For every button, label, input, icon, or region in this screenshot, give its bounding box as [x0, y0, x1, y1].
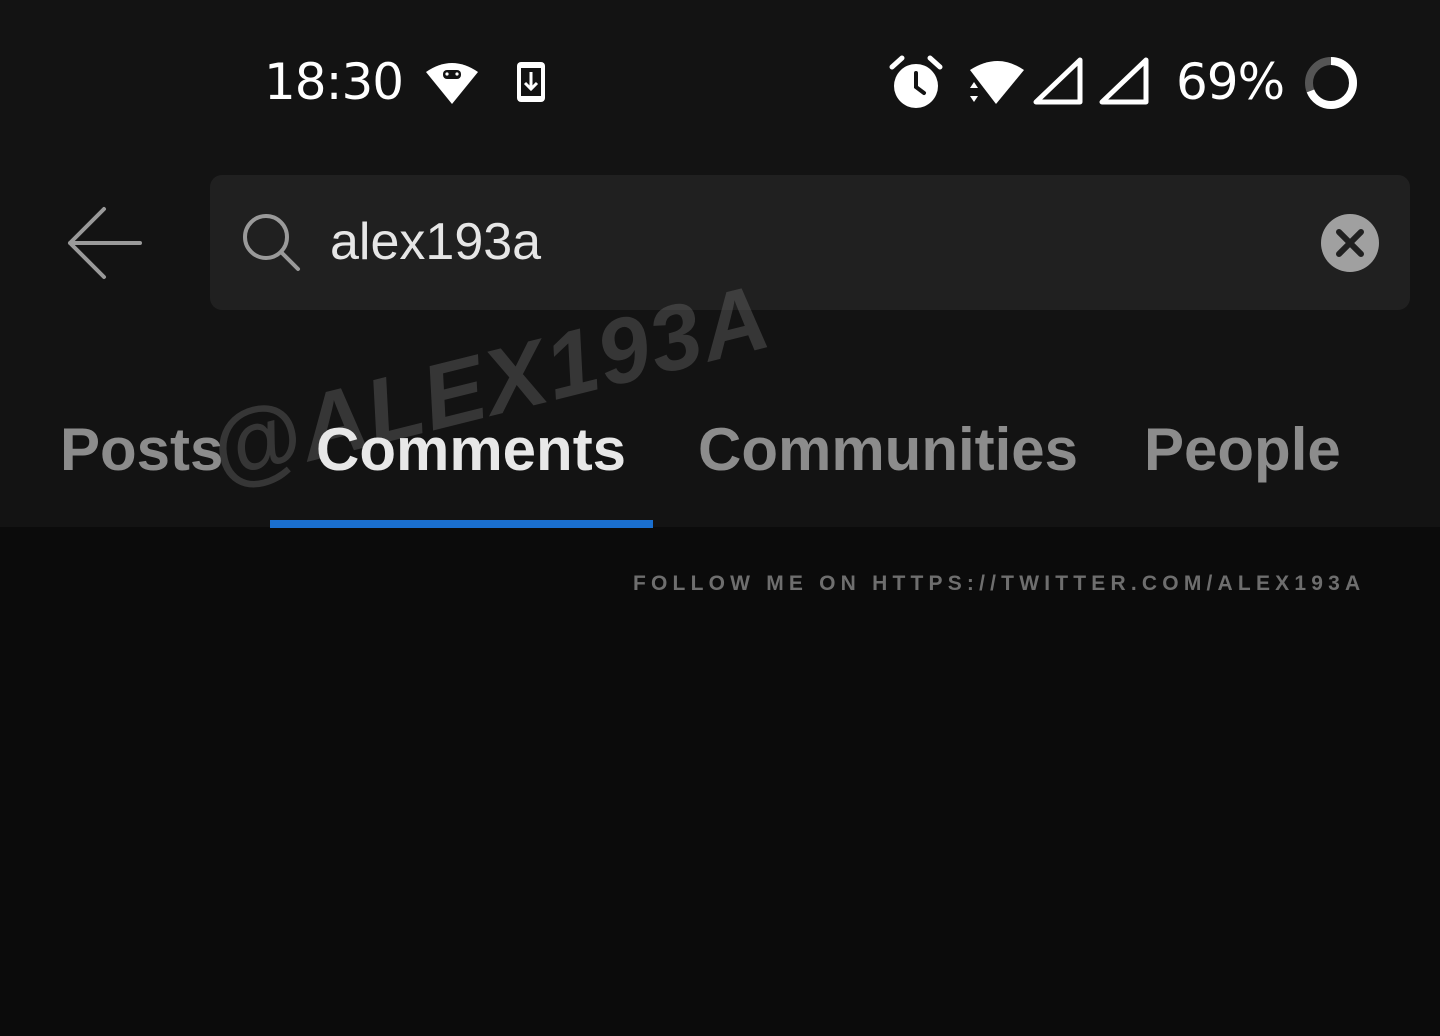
header-area: 18:30 69% alex193a @ALEX193A Posts Comme… [0, 0, 1440, 528]
close-circle-icon [1320, 214, 1380, 277]
battery-ring-icon [1302, 54, 1360, 112]
signal-icon [1032, 56, 1084, 106]
battery-percent: 69% [1176, 53, 1285, 111]
search-tabs: Posts Comments Communities People [0, 400, 1440, 528]
wifi-icon [966, 58, 1026, 106]
active-tab-indicator [270, 520, 653, 528]
back-button[interactable] [60, 200, 150, 286]
status-bar: 18:30 69% [0, 0, 1440, 160]
android-wifi-icon [424, 60, 480, 106]
signal-icon [1098, 56, 1150, 106]
status-time: 18:30 [264, 53, 404, 111]
search-input[interactable] [330, 207, 1290, 277]
arrow-left-icon [60, 207, 150, 290]
download-phone-icon [515, 60, 547, 104]
tab-posts[interactable]: Posts [60, 415, 223, 485]
tab-comments[interactable]: Comments [316, 415, 626, 485]
search-bar [210, 175, 1410, 310]
tab-people[interactable]: People [1144, 415, 1341, 485]
tab-communities[interactable]: Communities [698, 415, 1078, 485]
search-icon [240, 211, 304, 275]
app-screen: 18:30 69% alex193a @ALEX193A Posts Comme… [0, 0, 1440, 1036]
watermark-follow-text: FOLLOW ME ON HTTPS://TWITTER.COM/ALEX193… [633, 572, 1366, 595]
clear-search-button[interactable] [1320, 213, 1380, 273]
alarm-icon [888, 55, 944, 111]
